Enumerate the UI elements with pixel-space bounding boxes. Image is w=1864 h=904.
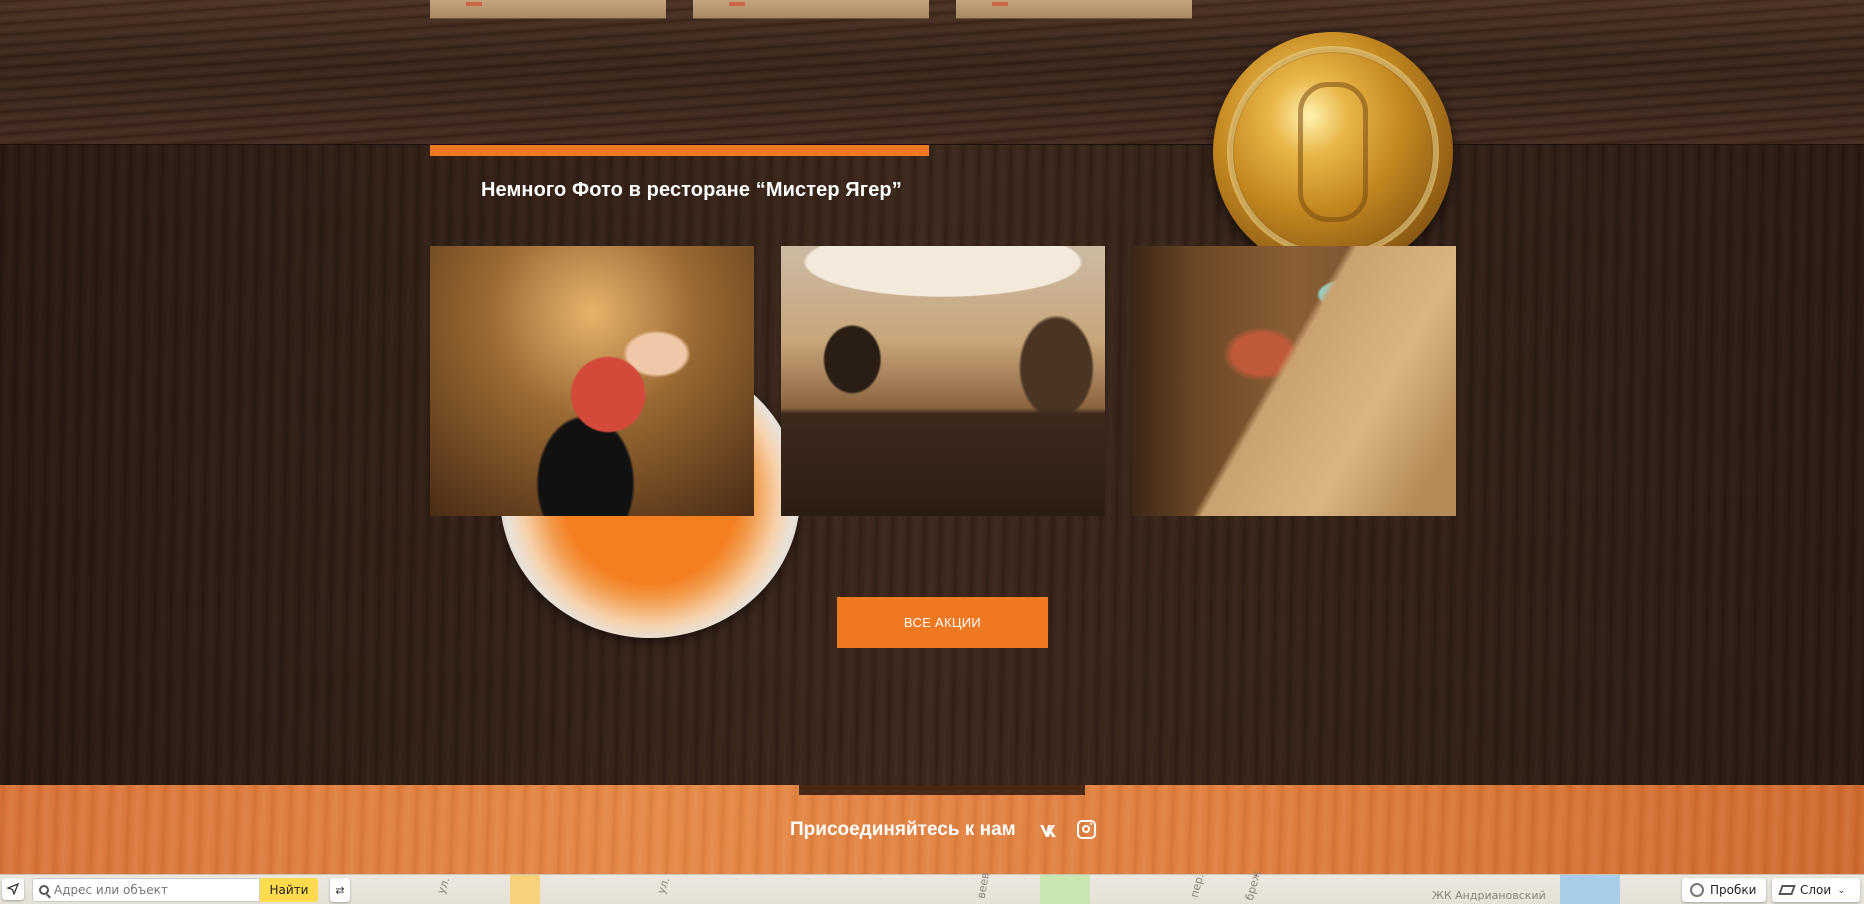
gallery-photo-3[interactable] — [1132, 246, 1456, 516]
navigation-arrow-icon — [7, 883, 19, 895]
layers-button[interactable]: Слои ⌄ — [1772, 878, 1860, 902]
promo-card[interactable] — [430, 0, 666, 19]
map-street-label: веев — [974, 871, 992, 900]
vk-logo — [1040, 825, 1056, 837]
map-search-input[interactable] — [54, 883, 234, 897]
instagram-icon[interactable] — [1077, 820, 1096, 839]
map-find-button[interactable]: Найти — [260, 878, 318, 902]
section-accent-bar — [430, 145, 929, 156]
beer-cap-emblem — [1298, 82, 1368, 222]
map-street-label: пер. — [1187, 872, 1207, 899]
promo-card-label — [729, 2, 745, 6]
social-footer: Присоединяйтесь к нам — [0, 785, 1864, 874]
traffic-button[interactable]: Пробки — [1682, 878, 1766, 902]
map-street-label: ул. — [434, 875, 453, 896]
vk-icon[interactable] — [1038, 821, 1062, 841]
photo-gallery — [430, 246, 1457, 516]
layers-icon — [1778, 885, 1796, 895]
promo-card-label — [466, 2, 482, 6]
promo-card-label — [992, 2, 1008, 6]
map-street-label: ул. — [654, 875, 673, 896]
gallery-title: Немного Фото в ресторане “Мистер Ягер” — [481, 179, 902, 201]
traffic-icon — [1690, 883, 1704, 897]
traffic-label: Пробки — [1710, 883, 1757, 897]
layers-label: Слои — [1800, 883, 1832, 897]
route-icon[interactable]: ⇄ — [330, 878, 350, 902]
gallery-photo-1[interactable] — [430, 246, 754, 516]
promo-card[interactable] — [956, 0, 1192, 19]
top-wood-section — [0, 0, 1864, 145]
join-us-text: Присоединяйтесь к нам — [790, 819, 1016, 840]
map-street-label: бреж — [1243, 869, 1264, 902]
promo-card[interactable] — [693, 0, 929, 19]
map-widget[interactable]: ул. ул. веев пер. бреж ЖК Андриановский … — [0, 869, 1864, 904]
footer-notch — [799, 785, 1085, 795]
geolocation-button[interactable] — [2, 878, 24, 900]
search-icon — [39, 885, 49, 895]
all-promos-button[interactable]: ВСЕ АКЦИИ — [837, 597, 1048, 648]
gallery-photo-2[interactable] — [781, 246, 1105, 516]
map-search-box[interactable] — [32, 878, 260, 902]
map-street-label: ЖК Андриановский — [1432, 889, 1546, 902]
chevron-down-icon: ⌄ — [1837, 884, 1846, 896]
beer-cap-image — [1213, 32, 1453, 272]
